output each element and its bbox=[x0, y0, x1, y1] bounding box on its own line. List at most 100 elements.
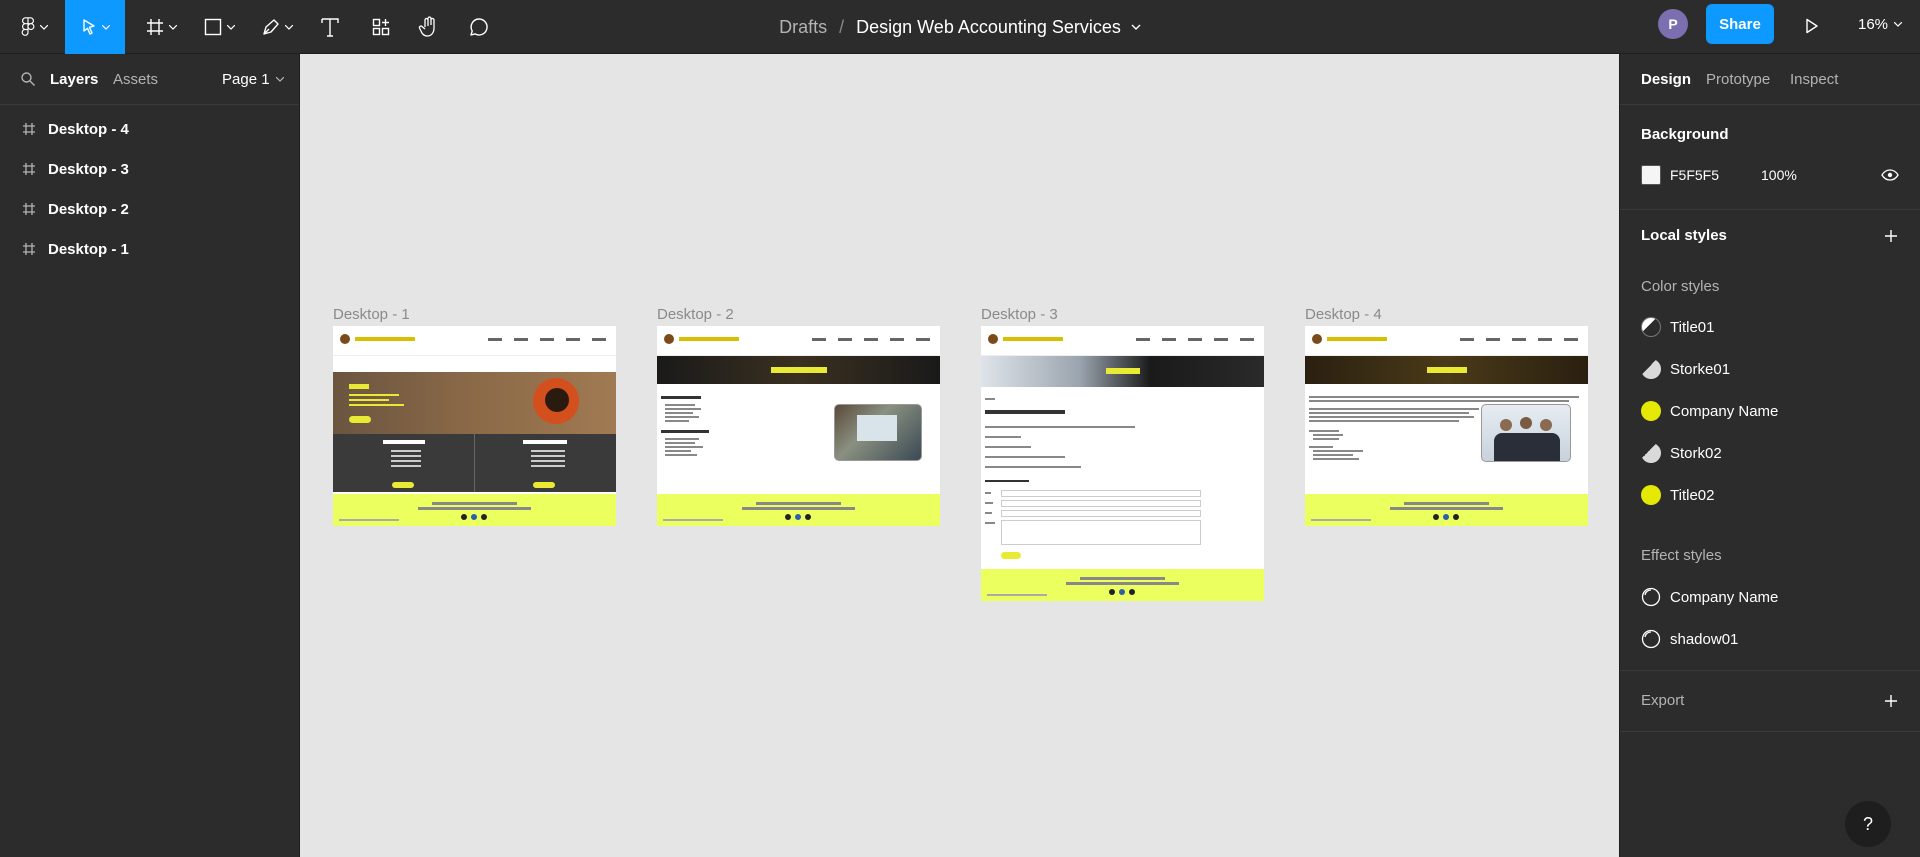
tab-layers[interactable]: Layers bbox=[50, 71, 98, 88]
color-style-row[interactable]: Storke01 bbox=[1620, 348, 1920, 390]
help-button[interactable]: ? bbox=[1845, 801, 1891, 847]
plus-icon[interactable] bbox=[1883, 693, 1899, 709]
comment-tool-button[interactable] bbox=[462, 0, 496, 54]
user-avatar[interactable]: P bbox=[1658, 9, 1688, 39]
local-styles-title: Local styles bbox=[1641, 227, 1727, 244]
color-style-swatch bbox=[1641, 485, 1661, 505]
color-style-name: Title01 bbox=[1670, 318, 1715, 336]
chevron-down-icon bbox=[169, 24, 177, 30]
frame-hash-icon bbox=[23, 203, 35, 215]
background-opacity[interactable]: 100% bbox=[1761, 167, 1797, 183]
zoom-dropdown[interactable]: 16% bbox=[1858, 0, 1903, 48]
tab-prototype[interactable]: Prototype bbox=[1706, 71, 1770, 88]
layer-list: Desktop - 4 Desktop - 3 Desktop - 2 Desk… bbox=[0, 105, 299, 269]
hero-heading bbox=[349, 384, 369, 389]
chevron-down-icon bbox=[40, 24, 48, 30]
text-t-icon bbox=[321, 18, 339, 37]
frame-desktop-3[interactable] bbox=[981, 326, 1264, 601]
resources-tool-button[interactable] bbox=[364, 0, 398, 54]
hero-button bbox=[349, 416, 371, 423]
background-swatch[interactable] bbox=[1641, 165, 1661, 185]
divider bbox=[1620, 209, 1920, 210]
frame-footer bbox=[657, 494, 940, 526]
frame-label[interactable]: Desktop - 3 bbox=[981, 306, 1058, 323]
effect-style-row[interactable]: shadow01 bbox=[1620, 618, 1920, 660]
tab-design[interactable]: Design bbox=[1641, 71, 1691, 88]
zoom-level: 16% bbox=[1858, 15, 1889, 33]
team-photo bbox=[1481, 404, 1571, 462]
file-name[interactable]: Design Web Accounting Services bbox=[856, 17, 1121, 38]
logo-mark bbox=[664, 334, 674, 344]
frame-footer bbox=[333, 494, 616, 526]
color-style-name: Title02 bbox=[1670, 486, 1715, 504]
frame-footer bbox=[1305, 494, 1588, 526]
shape-tool-button[interactable] bbox=[196, 0, 242, 54]
effect-style-name: Company Name bbox=[1670, 588, 1779, 606]
frame-desktop-4[interactable] bbox=[1305, 326, 1588, 526]
frame-footer bbox=[981, 569, 1264, 601]
page-name: Page 1 bbox=[222, 71, 270, 88]
breadcrumb-drafts[interactable]: Drafts bbox=[779, 17, 827, 38]
frame-desktop-1[interactable] bbox=[333, 326, 616, 526]
frame-label[interactable]: Desktop - 2 bbox=[657, 306, 734, 323]
tab-inspect[interactable]: Inspect bbox=[1790, 71, 1838, 88]
tab-assets[interactable]: Assets bbox=[113, 71, 158, 88]
share-button[interactable]: Share bbox=[1706, 4, 1774, 44]
chevron-down-icon bbox=[1894, 21, 1903, 27]
background-hex[interactable]: F5F5F5 bbox=[1670, 167, 1719, 183]
hand-tool-button[interactable] bbox=[412, 0, 446, 54]
effect-style-name: shadow01 bbox=[1670, 630, 1739, 648]
color-style-name: Stork02 bbox=[1670, 444, 1722, 462]
frame-label[interactable]: Desktop - 1 bbox=[333, 306, 410, 323]
export-title: Export bbox=[1641, 692, 1685, 709]
frame-hash-icon bbox=[147, 19, 163, 35]
frame-label[interactable]: Desktop - 4 bbox=[1305, 306, 1382, 323]
logo-mark bbox=[988, 334, 998, 344]
frame-desktop-2[interactable] bbox=[657, 326, 940, 526]
layers-panel: Layers Assets Page 1 Desktop - 4 Desktop… bbox=[0, 54, 300, 857]
hand-icon bbox=[418, 16, 435, 37]
frame-tool-button[interactable] bbox=[138, 0, 184, 54]
text-tool-button[interactable] bbox=[314, 0, 346, 54]
chevron-down-icon[interactable] bbox=[1131, 24, 1141, 30]
move-tool-button[interactable] bbox=[65, 0, 125, 54]
logo-mark bbox=[1312, 334, 1322, 344]
frame-navbar bbox=[981, 326, 1264, 356]
drop-shadow-icon bbox=[1641, 629, 1661, 649]
brand-text bbox=[1003, 337, 1063, 341]
layer-item[interactable]: Desktop - 1 bbox=[0, 229, 299, 269]
chevron-down-icon bbox=[275, 77, 284, 82]
figma-logo-icon bbox=[21, 17, 35, 36]
menu-links bbox=[1136, 338, 1256, 341]
color-style-row[interactable]: Company Name bbox=[1620, 390, 1920, 432]
frame-hash-icon bbox=[23, 163, 35, 175]
color-style-swatch bbox=[1641, 401, 1661, 421]
coffee-liquid bbox=[545, 388, 569, 412]
pen-tool-button[interactable] bbox=[253, 0, 301, 54]
frame-navbar bbox=[657, 326, 940, 356]
layer-item[interactable]: Desktop - 3 bbox=[0, 149, 299, 189]
color-style-row[interactable]: Stork02 bbox=[1620, 432, 1920, 474]
search-icon[interactable] bbox=[20, 71, 36, 87]
plus-icon[interactable] bbox=[1883, 228, 1899, 244]
components-icon bbox=[372, 18, 390, 36]
frame-navbar bbox=[1305, 326, 1588, 356]
present-button[interactable] bbox=[1800, 14, 1824, 38]
layer-item[interactable]: Desktop - 4 bbox=[0, 109, 299, 149]
color-style-row[interactable]: Title01 bbox=[1620, 306, 1920, 348]
color-style-swatch bbox=[1641, 443, 1661, 463]
layer-item[interactable]: Desktop - 2 bbox=[0, 189, 299, 229]
properties-panel: Design Prototype Inspect Background F5F5… bbox=[1619, 54, 1920, 857]
color-style-row[interactable]: Title02 bbox=[1620, 474, 1920, 516]
main-menu-button[interactable] bbox=[10, 0, 58, 54]
menu-links bbox=[812, 338, 932, 341]
chevron-down-icon bbox=[102, 24, 110, 30]
design-canvas[interactable]: Desktop - 1 Desktop - 2 Desktop - 3 Desk… bbox=[301, 54, 1619, 857]
eye-icon[interactable] bbox=[1881, 169, 1899, 181]
page-selector[interactable]: Page 1 bbox=[222, 71, 284, 88]
menu-links bbox=[488, 338, 608, 341]
breadcrumb-separator: / bbox=[839, 16, 845, 37]
layer-name: Desktop - 4 bbox=[48, 120, 129, 138]
logo-mark bbox=[340, 334, 350, 344]
effect-style-row[interactable]: Company Name bbox=[1620, 576, 1920, 618]
